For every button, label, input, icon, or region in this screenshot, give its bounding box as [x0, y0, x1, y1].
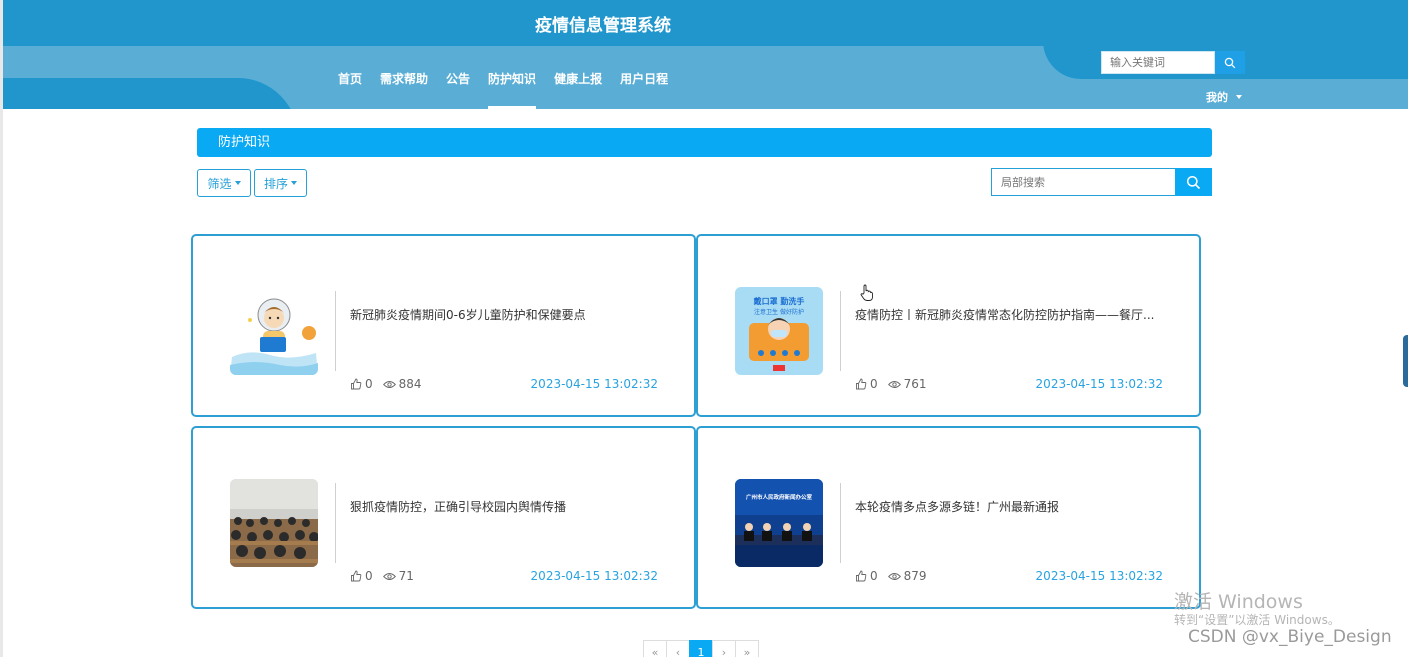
pagination-last[interactable]: » — [735, 640, 759, 657]
like-count: 0 — [365, 377, 373, 391]
poster-slogan-2: 注意卫生 做好防护 — [754, 308, 804, 316]
caret-down-icon — [1236, 95, 1242, 99]
section-title: 防护知识 — [197, 128, 1212, 157]
article-card[interactable]: 戴口罩 勤洗手 注意卫生 做好防护 疫情防控丨新冠肺炎疫情常态化防控防护指南——… — [696, 234, 1201, 417]
nav-item-notice[interactable]: 公告 — [446, 67, 470, 109]
article-thumbnail[interactable]: 戴口罩 勤洗手 注意卫生 做好防护 — [735, 287, 823, 375]
site-title: 疫情信息管理系统 — [535, 16, 671, 36]
site-header: 疫情信息管理系统 首页 需求帮助 公告 防护知识 健康上报 用户日程 我的 — [3, 0, 1408, 109]
like-count: 0 — [870, 569, 878, 583]
pagination-first[interactable]: « — [643, 640, 667, 657]
article-stats: 0 71 — [350, 569, 414, 583]
local-search-button[interactable] — [1175, 168, 1212, 196]
card-divider — [840, 483, 841, 563]
caret-down-icon — [291, 181, 297, 185]
thumbs-up-icon[interactable] — [350, 570, 362, 582]
article-title[interactable]: 疫情防控丨新冠肺炎疫情常态化防控防护指南——餐厅... — [855, 306, 1167, 323]
activate-windows-subtitle: 转到“设置”以激活 Windows。 — [1174, 613, 1340, 627]
thumbs-up-icon[interactable] — [855, 570, 867, 582]
local-search — [991, 168, 1212, 196]
article-stats: 0 879 — [855, 569, 927, 583]
sort-label: 排序 — [263, 176, 288, 191]
article-date: 2023-04-15 13:02:32 — [530, 377, 658, 391]
eye-icon — [887, 572, 901, 580]
article-card[interactable]: 新冠肺炎疫情期间0-6岁儿童防护和保健要点 0 884 2023-04-15 1… — [191, 234, 696, 417]
user-menu-label: 我的 — [1206, 91, 1228, 104]
activate-windows-title: 激活 Windows — [1174, 591, 1303, 613]
eye-icon — [382, 572, 396, 580]
card-divider — [840, 291, 841, 371]
pagination-page-current[interactable]: 1 — [689, 640, 713, 657]
search-icon — [1186, 175, 1201, 189]
nav-item-help[interactable]: 需求帮助 — [380, 67, 428, 109]
article-card[interactable]: 广州市人民政府新闻办公室 本轮疫情多点多源多链！广州最新通报 0 879 202… — [696, 426, 1201, 609]
csdn-watermark: CSDN @vx_Biye_Design — [1188, 627, 1392, 647]
like-count: 0 — [365, 569, 373, 583]
pagination-prev[interactable]: ‹ — [666, 640, 690, 657]
main-nav: 首页 需求帮助 公告 防护知识 健康上报 用户日程 — [338, 67, 686, 109]
nav-item-health-report[interactable]: 健康上报 — [554, 67, 602, 109]
article-date: 2023-04-15 13:02:32 — [530, 569, 658, 583]
header-search-button[interactable] — [1215, 51, 1245, 74]
article-title[interactable]: 本轮疫情多点多源多链！广州最新通报 — [855, 498, 1167, 515]
view-count: 71 — [398, 569, 414, 583]
article-thumbnail[interactable]: 广州市人民政府新闻办公室 — [735, 479, 823, 567]
pagination-next[interactable]: › — [712, 640, 736, 657]
filter-label: 筛选 — [207, 176, 232, 191]
nav-item-home[interactable]: 首页 — [338, 67, 362, 109]
sort-dropdown[interactable]: 排序 — [254, 169, 307, 197]
article-stats: 0 884 — [350, 377, 422, 391]
article-thumbnail[interactable] — [230, 479, 318, 567]
pagination: « ‹ 1 › » — [643, 640, 759, 657]
header-search — [1101, 51, 1245, 74]
article-title[interactable]: 狠抓疫情防控，正确引导校园内舆情传播 — [350, 498, 662, 515]
view-count: 879 — [903, 569, 927, 583]
article-thumbnail[interactable] — [230, 287, 318, 375]
article-date: 2023-04-15 13:02:32 — [1035, 377, 1163, 391]
nav-item-protection[interactable]: 防护知识 — [488, 67, 537, 109]
thumbs-up-icon[interactable] — [350, 378, 362, 390]
filter-dropdown[interactable]: 筛选 — [197, 169, 251, 197]
article-stats: 0 761 — [855, 377, 927, 391]
like-count: 0 — [870, 377, 878, 391]
header-search-input[interactable] — [1101, 51, 1215, 74]
hand-cursor-icon — [860, 284, 873, 301]
article-card[interactable]: 狠抓疫情防控，正确引导校园内舆情传播 0 71 2023-04-15 13:02… — [191, 426, 696, 609]
press-banner-text: 广州市人民政府新闻办公室 — [746, 493, 813, 501]
card-divider — [335, 483, 336, 563]
article-date: 2023-04-15 13:02:32 — [1035, 569, 1163, 583]
search-icon — [1224, 57, 1236, 68]
user-menu[interactable]: 我的 — [1206, 89, 1242, 105]
eye-icon — [887, 380, 901, 388]
caret-down-icon — [234, 181, 241, 185]
eye-icon — [382, 380, 396, 388]
side-drawer-tab[interactable] — [1403, 335, 1408, 387]
nav-item-schedule[interactable]: 用户日程 — [620, 67, 668, 109]
view-count: 761 — [903, 377, 927, 391]
local-search-input[interactable] — [991, 168, 1175, 196]
poster-slogan-1: 戴口罩 勤洗手 — [754, 296, 805, 306]
thumbs-up-icon[interactable] — [855, 378, 867, 390]
header-left-curve — [3, 78, 298, 109]
article-title[interactable]: 新冠肺炎疫情期间0-6岁儿童防护和保健要点 — [350, 306, 662, 323]
view-count: 884 — [398, 377, 422, 391]
card-divider — [335, 291, 336, 371]
